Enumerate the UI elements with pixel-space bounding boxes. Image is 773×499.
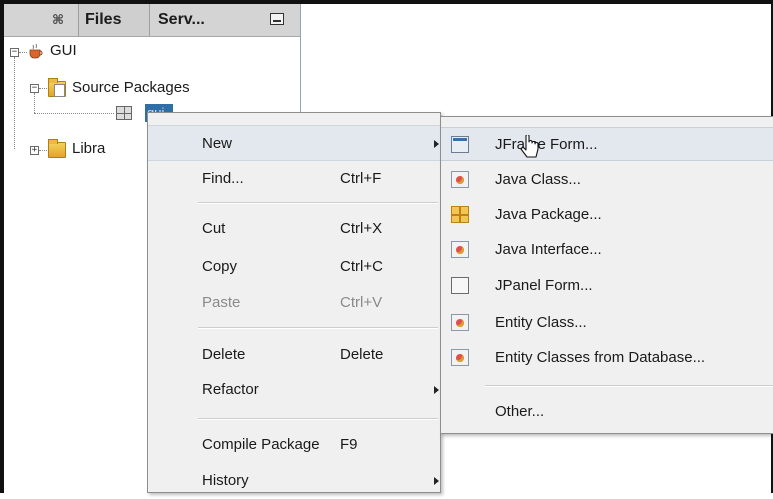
submenu-separator: [485, 385, 773, 387]
submenu-item-java-class[interactable]: Java Class...: [441, 163, 773, 197]
submenu-item-other[interactable]: Other...: [441, 395, 773, 429]
menu-item-find[interactable]: Find... Ctrl+F: [148, 161, 440, 197]
tab-files[interactable]: Files: [78, 4, 150, 36]
submenu-item-jframe-form[interactable]: JFrame Form...: [441, 127, 773, 161]
menu-separator: [198, 418, 438, 420]
submenu-item-java-interface[interactable]: Java Interface...: [441, 233, 773, 267]
submenu-item-label: JFrame Form...: [495, 136, 598, 153]
panel-tabbar: ⌘ Files Serv...: [4, 4, 300, 37]
submenu-arrow-icon: [434, 477, 439, 485]
submenu-item-label: Other...: [495, 403, 545, 420]
menu-item-cut[interactable]: Cut Ctrl+X: [148, 211, 440, 247]
tree-connector: [39, 150, 47, 151]
mouse-cursor-icon: [520, 135, 539, 158]
tree-project-label[interactable]: GUI: [50, 39, 77, 63]
menu-item-label: Copy: [202, 258, 238, 275]
tree-connector: [34, 93, 35, 113]
tree-connector: [14, 57, 15, 149]
menu-item-shortcut: Ctrl+X: [340, 220, 383, 237]
libraries-folder-icon: [48, 139, 66, 158]
menu-item-label: Delete: [202, 346, 246, 363]
submenu-arrow-icon: [434, 140, 439, 148]
menu-item-refactor[interactable]: Refactor: [148, 372, 440, 408]
submenu-item-label: Java Class...: [495, 171, 581, 188]
tree-source-packages-label[interactable]: Source Packages: [72, 76, 190, 100]
menu-item-shortcut: Delete: [340, 346, 384, 363]
menu-item-history[interactable]: History: [148, 463, 440, 499]
menu-item-copy[interactable]: Copy Ctrl+C: [148, 249, 440, 285]
menu-item-shortcut: Ctrl+V: [340, 294, 383, 311]
tree-libraries-label[interactable]: Libra: [72, 137, 105, 161]
collapse-project-icon[interactable]: −: [10, 48, 19, 57]
tree-connector: [19, 52, 27, 53]
jframe-form-icon: [451, 136, 469, 153]
menu-item-label: Cut: [202, 220, 226, 237]
tree-connector: [34, 113, 114, 114]
menu-item-label: New: [202, 135, 233, 152]
java-class-icon: [451, 171, 469, 188]
collapse-source-packages-icon[interactable]: −: [30, 84, 39, 93]
menu-item-delete[interactable]: Delete Delete: [148, 337, 440, 373]
menu-item-label: Refactor: [202, 381, 259, 398]
menu-item-label: Find...: [202, 170, 244, 187]
expand-libraries-icon[interactable]: +: [30, 146, 39, 155]
minimize-window-button[interactable]: [270, 13, 284, 25]
java-project-icon: [29, 43, 43, 59]
tab-projects[interactable]: ⌘: [38, 4, 78, 36]
tree-connector: [39, 88, 47, 89]
submenu-item-label: Java Package...: [495, 206, 602, 223]
java-package-icon: [451, 206, 469, 223]
menu-item-shortcut: Ctrl+F: [340, 170, 382, 187]
java-interface-icon: [451, 241, 469, 258]
menu-separator: [198, 327, 438, 329]
submenu-item-java-package[interactable]: Java Package...: [441, 198, 773, 232]
context-menu: New Find... Ctrl+F Cut Ctrl+X Copy Ctrl+…: [147, 112, 441, 493]
entity-classes-db-icon: [451, 349, 469, 366]
menu-item-compile-package[interactable]: Compile Package F9: [148, 427, 440, 463]
jpanel-form-icon: [451, 277, 469, 294]
menu-item-new[interactable]: New: [148, 125, 440, 161]
tab-services[interactable]: Serv...: [150, 4, 234, 36]
menu-item-paste: Paste Ctrl+V: [148, 285, 440, 321]
menu-separator: [198, 202, 438, 204]
submenu-item-label: JPanel Form...: [495, 277, 593, 294]
menu-item-label: Compile Package: [202, 436, 320, 453]
submenu-item-entity-classes-from-database[interactable]: Entity Classes from Database...: [441, 341, 773, 375]
menu-item-label: History: [202, 472, 249, 489]
submenu-item-jpanel-form[interactable]: JPanel Form...: [441, 269, 773, 303]
menu-item-shortcut: F9: [340, 436, 358, 453]
submenu-item-label: Java Interface...: [495, 241, 602, 258]
entity-class-icon: [451, 314, 469, 331]
menu-item-shortcut: Ctrl+C: [340, 258, 383, 275]
submenu-item-label: Entity Classes from Database...: [495, 349, 706, 366]
package-icon: [116, 106, 132, 120]
submenu-item-label: Entity Class...: [495, 314, 587, 331]
new-submenu: JFrame Form... Java Class... Java Packag…: [440, 116, 773, 434]
source-packages-folder-icon: [48, 78, 66, 97]
submenu-item-entity-class[interactable]: Entity Class...: [441, 306, 773, 340]
submenu-arrow-icon: [434, 386, 439, 394]
menu-item-label: Paste: [202, 294, 241, 311]
